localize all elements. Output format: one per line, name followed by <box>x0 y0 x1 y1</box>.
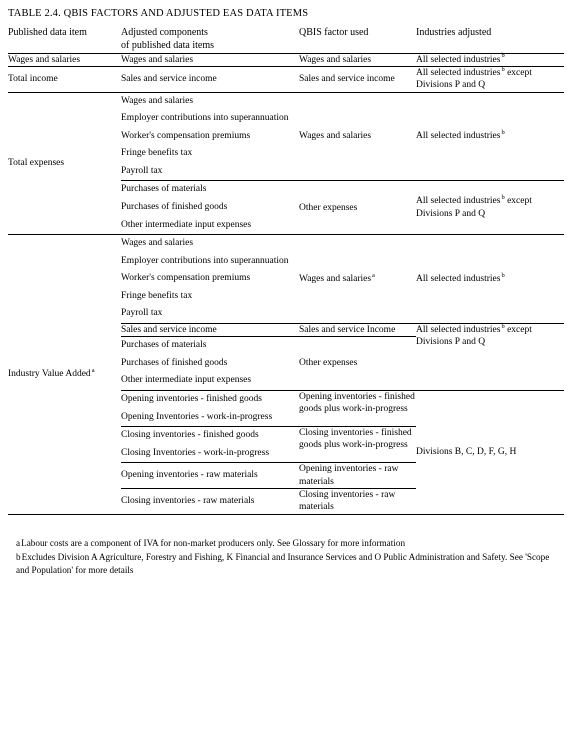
industries-text: All selected industries <box>416 196 501 207</box>
cell-published-item: Total expenses <box>8 158 65 169</box>
cell-adjusted-component: Closing inventories - raw materials <box>121 487 299 515</box>
cell-qbis-factor: Other expenses <box>299 336 416 391</box>
footnote-a: aLabour costs are a component of IVA for… <box>16 537 564 550</box>
component-item: Payroll tax <box>121 165 163 176</box>
cell-industries-adjusted: All selected industriesb <box>416 92 564 181</box>
cell-industries-adjusted: Divisions B, C, D, F, G, H <box>416 389 564 515</box>
cell-published-item: Total income <box>8 74 58 85</box>
cell-adjusted-component: Sales and service income <box>121 322 299 337</box>
column-header-published-data-item: Published data item <box>8 27 87 38</box>
table-body: Wages and salaries Wages and salaries Wa… <box>8 53 564 515</box>
table-title: TABLE 2.4. QBIS FACTORS AND ADJUSTED EAS… <box>8 8 309 19</box>
component-item: Worker's compensation premiums <box>121 130 251 141</box>
component-item: Other intermediate input expenses <box>121 375 252 386</box>
industries-text: All selected industries <box>416 54 501 65</box>
cell-adjusted-component: Purchases of materials Purchases of fini… <box>121 336 299 391</box>
footnote-marker-a: a <box>91 367 95 375</box>
industries-line-1: All selected industriesb except <box>416 195 564 207</box>
component-item: Purchases of finished goods <box>121 357 228 368</box>
industries-line-2: Divisions P and Q <box>416 337 486 348</box>
component-item: Closing Inventories - work-in-progress <box>121 447 270 458</box>
component-item: Payroll tax <box>121 308 163 319</box>
cell-industries-adjusted: All selected industriesb <box>416 53 564 66</box>
component-item: Fringe benefits tax <box>121 148 193 159</box>
industries-line-1: All selected industriesb except <box>416 323 564 336</box>
cell-industries-adjusted: All selected industriesb except Division… <box>416 322 564 391</box>
table-header: Published data item Adjusted components … <box>8 27 564 53</box>
cell-adjusted-component: Closing inventories - finished goods Clo… <box>121 426 299 463</box>
footnote-a-text: Labour costs are a component of IVA for … <box>21 537 406 548</box>
footnote-marker-b: b <box>501 271 505 279</box>
column-header-adjusted-components: Adjusted components of published data it… <box>121 27 299 53</box>
cell-qbis-factor: Opening inventories - finished goods plu… <box>299 389 416 427</box>
cell-adjusted-component: Opening inventories - finished goods Ope… <box>121 389 299 427</box>
cell-qbis-factor: Wages and salaries <box>299 131 372 142</box>
cell-industries-adjusted: All selected industriesb <box>416 235 564 324</box>
industries-text: All selected industries <box>416 67 501 78</box>
header-row: Published data item Adjusted components … <box>8 27 564 53</box>
component-item: Purchases of materials <box>121 340 207 351</box>
component-item: Wages and salaries <box>121 95 194 106</box>
table-row: Total income Sales and service income Sa… <box>8 66 564 92</box>
industries-line-2: Divisions P and Q <box>416 208 486 219</box>
industries-text: All selected industries <box>416 131 501 142</box>
component-item: Closing inventories - finished goods <box>121 430 259 441</box>
table-row: Wages and salaries Wages and salaries Wa… <box>8 53 564 66</box>
component-item: Opening inventories - raw materials <box>121 470 258 481</box>
industries-line-2: Divisions P and Q <box>416 80 486 91</box>
footnotes: aLabour costs are a component of IVA for… <box>8 537 564 578</box>
industries-text-tail: except <box>504 324 532 335</box>
industries-text: All selected industries <box>416 324 501 335</box>
cell-qbis-factor: Other expenses <box>299 180 416 235</box>
cell-adjusted-component: Purchases of materials Purchases of fini… <box>121 180 299 235</box>
cell-qbis-factor: Closing inventories - finished goods plu… <box>299 426 416 463</box>
component-item: Employer contributions into superannuati… <box>121 113 289 124</box>
component-item: Employer contributions into superannuati… <box>121 255 289 266</box>
component-item: Opening inventories - finished goods <box>121 393 262 404</box>
component-item: Purchases of finished goods <box>121 202 228 212</box>
table-page: TABLE 2.4. QBIS FACTORS AND ADJUSTED EAS… <box>0 0 572 739</box>
footnote-marker-a: a <box>372 271 375 279</box>
cell-industries-adjusted: All selected industriesb except Division… <box>416 66 564 92</box>
component-item: Worker's compensation premiums <box>121 273 251 284</box>
industries-text: All selected industries <box>416 273 501 284</box>
column-header-industries-adjusted: Industries adjusted <box>416 27 492 38</box>
component-item: Sales and service income <box>121 324 217 335</box>
cell-adjusted-component: Wages and salaries Employer contribution… <box>121 92 299 181</box>
published-item-text: Industry Value Added <box>8 369 91 380</box>
cell-qbis-factor: Sales and service Income <box>299 322 416 337</box>
component-item: Opening Inventories - work-in-progress <box>121 411 273 422</box>
cell-adjusted-component: Wages and salaries <box>121 54 194 65</box>
cell-qbis-factor: Closing inventories - raw materials <box>299 487 416 515</box>
industries-line-1: All selected industriesb except <box>416 66 564 79</box>
column-header-adjusted-components-line1: Adjusted components <box>121 27 208 38</box>
footnote-marker-b: b <box>501 52 505 60</box>
footnote-b: bExcludes Division A Agriculture, Forest… <box>16 551 564 578</box>
cell-adjusted-component: Sales and service income <box>121 74 217 85</box>
cell-qbis-factor: Opening inventories - raw materials <box>299 462 416 489</box>
qbis-factors-table: Published data item Adjusted components … <box>8 27 564 515</box>
qbis-factor-text: Wages and salaries <box>299 273 372 284</box>
column-header-adjusted-components-line2: of published data items <box>121 39 215 51</box>
cell-qbis-factor: Sales and service income <box>299 74 395 85</box>
industries-text-tail: except <box>504 67 532 78</box>
component-item: Closing inventories - raw materials <box>121 496 255 507</box>
cell-published-item: Industry Value Addeda <box>8 235 121 514</box>
footnote-marker-b: b <box>501 129 505 137</box>
cell-adjusted-component: Opening inventories - raw materials <box>121 462 299 489</box>
component-item: Fringe benefits tax <box>121 290 193 301</box>
table-row: Total expenses Wages and salaries Employ… <box>8 92 564 181</box>
table-row: Industry Value Addeda Wages and salaries… <box>8 234 564 379</box>
cell-industries-adjusted: All selected industriesb except Division… <box>416 180 564 235</box>
cell-adjusted-component: Wages and salaries Employer contribution… <box>121 235 299 324</box>
cell-published-item: Wages and salaries <box>8 54 81 65</box>
cell-qbis-factor: Wages and salariesa <box>299 235 416 324</box>
footnote-b-text: Excludes Division A Agriculture, Forestr… <box>16 551 550 576</box>
component-item: Wages and salaries <box>121 238 194 249</box>
column-header-qbis-factor-used: QBIS factor used <box>299 27 369 38</box>
component-item: Purchases of materials <box>121 184 207 195</box>
component-item: Other intermediate input expenses <box>121 219 252 230</box>
cell-qbis-factor: Wages and salaries <box>299 54 372 65</box>
industries-text-tail: except <box>504 196 532 207</box>
